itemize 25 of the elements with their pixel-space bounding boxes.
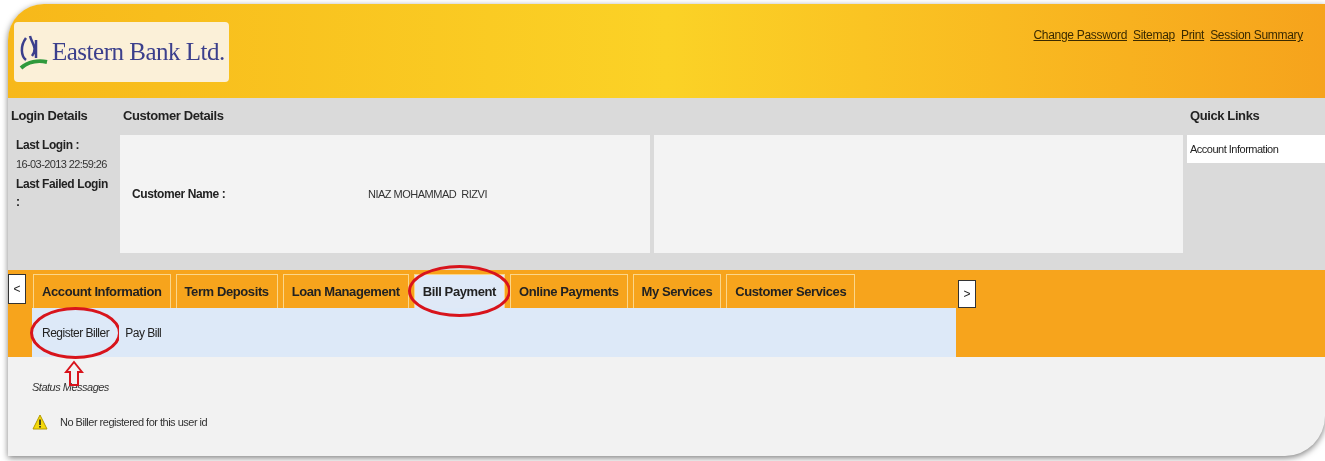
- logo-text: Eastern Bank Ltd.: [52, 37, 225, 68]
- field-label: Last Login :: [16, 137, 81, 154]
- nav-tab[interactable]: Bill Payment: [413, 274, 505, 308]
- nav-tab[interactable]: My Services: [632, 274, 722, 308]
- scroll-left-button[interactable]: <: [8, 274, 26, 304]
- quick-link[interactable]: Account Information: [1187, 135, 1325, 163]
- section-title: Login Details: [11, 107, 88, 126]
- warning-icon: [32, 413, 48, 430]
- field-value: NIAZ MOHAMMAD RIZVI: [368, 186, 487, 202]
- header-link[interactable]: Change Password: [1033, 26, 1127, 44]
- nav-tab[interactable]: Online Payments: [510, 274, 628, 308]
- field-label: Customer Name :: [132, 186, 227, 203]
- nav-tab[interactable]: Account Information: [33, 274, 171, 308]
- header-link[interactable]: Print: [1180, 26, 1205, 44]
- nav-tab[interactable]: Term Deposits: [175, 274, 278, 308]
- header-link[interactable]: Sitemap: [1133, 26, 1175, 44]
- nav-tab[interactable]: Loan Management: [282, 274, 409, 308]
- field-value: 16-03-2013 22:59:26: [16, 157, 108, 172]
- status-message: No Biller registered for this user id: [60, 414, 208, 430]
- nav-tab[interactable]: Customer Services: [726, 274, 856, 308]
- section-title: Customer Details: [123, 107, 224, 126]
- field-label: Last Failed Login :: [16, 175, 108, 211]
- header-link[interactable]: Session Summary: [1210, 26, 1303, 44]
- section-title: Quick Links: [1190, 107, 1260, 126]
- scroll-right-button[interactable]: >: [958, 280, 976, 308]
